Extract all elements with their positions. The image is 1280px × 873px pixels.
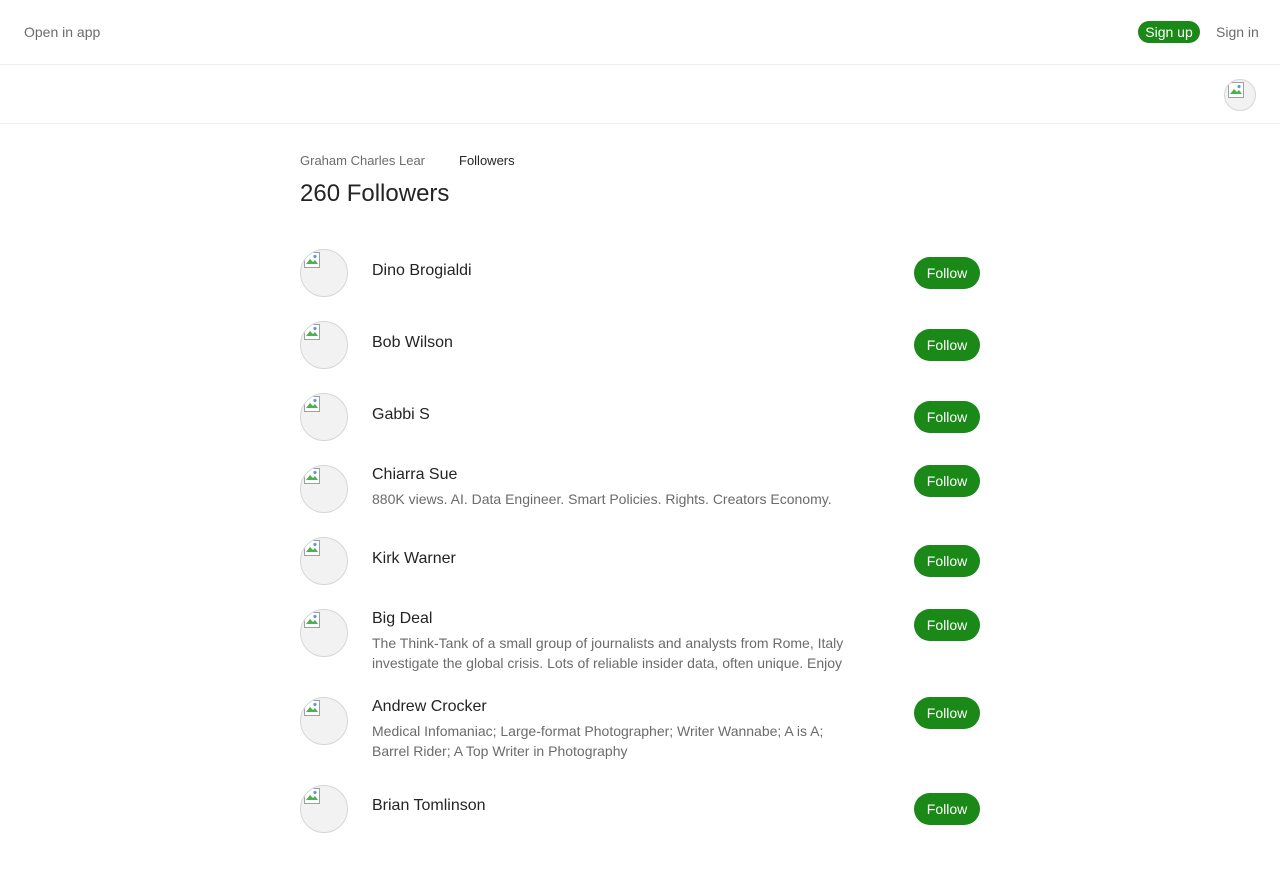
follower-avatar[interactable] [300,321,348,369]
follower-avatar[interactable] [300,697,348,745]
follow-button[interactable]: Follow [914,609,980,641]
follower-bio: 880K views. AI. Data Engineer. Smart Pol… [372,491,832,507]
follower-item: Bob Wilson Follow [300,321,980,369]
follow-button[interactable]: Follow [914,697,980,729]
follower-avatar[interactable] [300,249,348,297]
sign-up-button[interactable]: Sign up [1138,21,1200,43]
broken-image-icon [1228,82,1244,98]
follower-name[interactable]: Bob Wilson [372,333,453,353]
follow-button[interactable]: Follow [914,793,980,825]
follower-avatar[interactable] [300,785,348,833]
follower-item: Chiarra Sue 880K views. AI. Data Enginee… [300,465,980,513]
follower-name[interactable]: Brian Tomlinson [372,796,486,816]
follower-bio: The Think-Tank of a small group of journ… [372,635,844,671]
follower-item: Big Deal The Think-Tank of a small group… [300,609,980,673]
follow-button[interactable]: Follow [914,465,980,497]
follower-name[interactable]: Dino Brogialdi [372,261,472,281]
breadcrumb-author-link[interactable]: Graham Charles Lear [300,153,425,169]
follower-item: Brian Tomlinson Follow [300,785,980,833]
follow-button[interactable]: Follow [914,257,980,289]
follower-item: Dino Brogialdi Follow [300,249,980,297]
follower-name[interactable]: Big Deal [372,609,432,629]
follow-button[interactable]: Follow [914,401,980,433]
open-in-app-link[interactable]: Open in app [24,24,100,41]
follower-item: Gabbi S Follow [300,393,980,441]
follower-avatar[interactable] [300,393,348,441]
follow-button[interactable]: Follow [914,545,980,577]
author-avatar[interactable] [1224,79,1256,111]
follower-item: Andrew Crocker Medical Infomaniac; Large… [300,697,980,761]
follower-avatar[interactable] [300,537,348,585]
follower-avatar[interactable] [300,465,348,513]
broken-image-icon [304,700,320,716]
follower-name[interactable]: Chiarra Sue [372,465,457,485]
broken-image-icon [304,324,320,340]
broken-image-icon [304,540,320,556]
follower-name[interactable]: Gabbi S [372,405,430,425]
broken-image-icon [304,468,320,484]
follower-bio: Medical Infomaniac; Large-format Photogr… [372,723,824,759]
broken-image-icon [304,252,320,268]
follower-avatar[interactable] [300,609,348,657]
top-bar: Open in app Sign up Sign in [0,0,1280,65]
follower-name[interactable]: Andrew Crocker [372,697,487,717]
broken-image-icon [304,788,320,804]
follower-name[interactable]: Kirk Warner [372,549,456,569]
sign-in-link[interactable]: Sign in [1216,24,1259,41]
broken-image-icon [304,612,320,628]
sub-header [0,66,1280,124]
page-title: 260 Followers [300,180,450,207]
breadcrumb-current: Followers [459,153,515,168]
broken-image-icon [304,396,320,412]
follow-button[interactable]: Follow [914,329,980,361]
follower-item: Kirk Warner Follow [300,537,980,585]
